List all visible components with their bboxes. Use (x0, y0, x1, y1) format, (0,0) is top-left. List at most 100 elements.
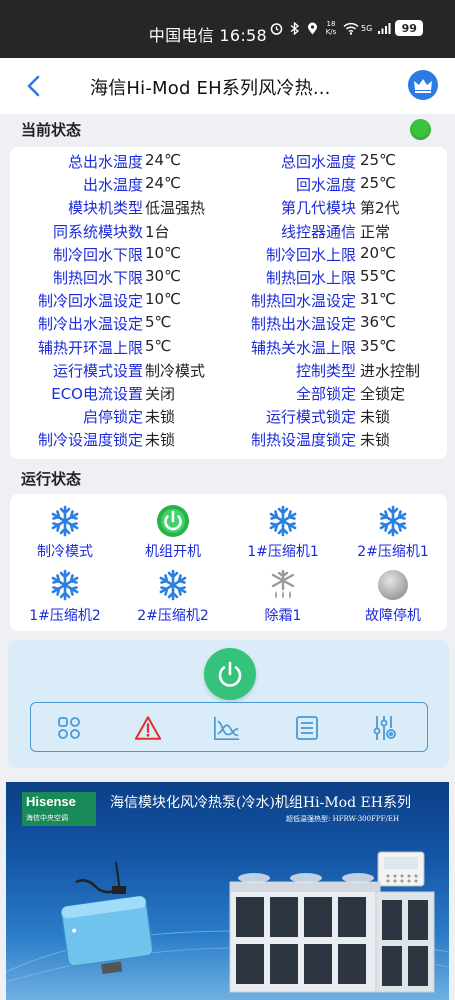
status-label: 同系统模块数 (52, 222, 143, 241)
status-label: 制热回水上限 (265, 269, 356, 287)
status-row: 制热回水下限 30℃ 制热回水上限 55℃ (10, 267, 447, 290)
status-value: 10℃ (145, 243, 181, 262)
status-value: 5℃ (145, 336, 172, 355)
snowflake-icon (376, 504, 410, 538)
run-status-item: 1#压缩机1 (228, 504, 338, 561)
status-value: 制冷模式 (145, 361, 206, 380)
network-speed: 18 K/s (325, 20, 337, 36)
status-label: 制热回水温设定 (250, 292, 356, 311)
product-illustration (6, 851, 449, 993)
grid-menu-button[interactable] (55, 714, 83, 742)
status-label: 制冷出水温设定 (37, 315, 143, 334)
crown-icon (414, 79, 432, 93)
run-status-label: 除霜1 (264, 608, 302, 624)
status-label: 制冷设温度锁定 (37, 431, 143, 450)
status-value: 35℃ (360, 336, 396, 355)
status-label: 制热回水下限 (52, 269, 143, 287)
function-toolbar (30, 702, 428, 752)
status-label: 制冷回水温设定 (37, 292, 143, 311)
alarm-button[interactable] (134, 714, 162, 742)
status-indicator-dot (410, 119, 431, 140)
status-label: 线控器通信 (280, 222, 356, 241)
alarm-icon (270, 22, 283, 35)
status-value: 24℃ (145, 151, 181, 169)
status-value: 31℃ (360, 290, 396, 309)
status-icons: 18 K/s 5G 99 (270, 20, 424, 36)
status-value: 进水控制 (360, 361, 421, 380)
status-value: 未锁 (145, 408, 176, 427)
status-label: 控制类型 (295, 361, 356, 380)
list-button[interactable] (293, 714, 321, 742)
grid-icon (58, 717, 80, 739)
run-status-item: 2#压缩机1 (338, 504, 448, 561)
chevron-left-icon (27, 75, 40, 97)
status-label: 制冷回水下限 (52, 245, 143, 264)
network-type: 5G (361, 23, 373, 33)
status-row: 辅热开环温上限 5℃ 辅热关水温上限 35℃ (10, 337, 447, 360)
location-icon (306, 22, 319, 35)
status-value: 55℃ (360, 267, 396, 285)
status-row: 制冷出水温设定 5℃ 制热出水温设定 36℃ (10, 313, 447, 336)
status-row: 制冷回水温设定 10℃ 制热回水温设定 31℃ (10, 290, 447, 313)
run-status-item: 除霜1 (228, 568, 338, 625)
run-status-item: 1#压缩机2 (10, 568, 120, 625)
run-status-label: 2#压缩机1 (357, 544, 429, 560)
status-label: 制热设温度锁定 (250, 431, 356, 450)
power-button[interactable] (204, 648, 256, 700)
run-status-label: 制冷模式 (37, 544, 93, 560)
app-header: 海信Hi-Mod EH系列风冷热... (0, 58, 455, 114)
run-status-label: 2#压缩机2 (137, 608, 209, 624)
status-label: 模块机类型 (67, 199, 143, 218)
run-status-item: 制冷模式 (10, 504, 120, 561)
run-status-item: 2#压缩机2 (118, 568, 228, 625)
status-label: 运行模式锁定 (265, 408, 356, 427)
run-status-grid: 制冷模式 机组开机 1#压缩机1 2#压缩机1 1#压缩机2 2#压缩机2 除霜1 故障停机 (10, 494, 447, 631)
status-label: 全部锁定 (295, 385, 356, 403)
status-value: 30℃ (145, 267, 181, 285)
status-value: 36℃ (360, 313, 396, 332)
status-value: 5℃ (145, 313, 172, 332)
run-status-item: 故障停机 (338, 568, 448, 625)
back-button[interactable] (20, 72, 48, 100)
snowflake-icon (48, 568, 82, 602)
status-label: 辅热关水温上限 (250, 338, 356, 357)
status-label: 回水温度 (295, 176, 356, 195)
control-panel (8, 640, 449, 768)
bluetooth-icon (288, 21, 301, 35)
power-icon (218, 661, 242, 687)
status-row: 模块机类型 低温强热 第几代模块 第2代 (10, 197, 447, 220)
status-value: 24℃ (145, 174, 181, 193)
curve-chart-icon (214, 716, 240, 741)
battery-indicator: 99 (395, 20, 424, 36)
status-row: 同系统模块数 1台 线控器通信 正常 (10, 221, 447, 244)
vip-button[interactable] (408, 70, 438, 100)
status-value: 关闭 (145, 385, 176, 403)
status-value: 未锁 (360, 431, 391, 450)
status-value: 10℃ (145, 290, 181, 309)
run-status-heading: 运行状态 (21, 470, 82, 488)
status-row: 运行模式设置 制冷模式 控制类型 进水控制 (10, 360, 447, 383)
status-label: ECO电流设置 (51, 385, 143, 403)
page-title: 海信Hi-Mod EH系列风冷热... (90, 78, 331, 99)
settings-button[interactable] (371, 714, 399, 742)
status-value: 20℃ (360, 243, 396, 262)
status-label: 辅热开环温上限 (37, 338, 143, 357)
status-value: 未锁 (360, 408, 391, 427)
product-banner[interactable]: Hisense 海信中央空调 海信模块化风冷热泵(冷水)机组Hi-Mod EH系… (6, 782, 449, 1000)
run-status-label: 1#压缩机1 (247, 544, 319, 560)
status-value: 25℃ (360, 174, 396, 193)
defrost-icon (266, 568, 300, 602)
current-status-heading: 当前状态 (21, 121, 82, 139)
status-label: 制热出水温设定 (250, 315, 356, 334)
status-bar: 中国电信 16:58 18 K/s 5G 99 (0, 0, 455, 58)
snowflake-icon (266, 504, 300, 538)
status-value: 未锁 (145, 431, 176, 450)
status-label: 运行模式设置 (52, 361, 143, 380)
status-value: 1台 (145, 222, 170, 241)
snowflake-icon (156, 568, 190, 602)
status-row: 总出水温度 24℃ 总回水温度 25℃ (10, 151, 447, 174)
status-label: 出水温度 (82, 176, 143, 195)
curve-chart-button[interactable] (213, 714, 241, 742)
status-value: 正常 (360, 222, 391, 241)
signal-icon (377, 22, 391, 35)
